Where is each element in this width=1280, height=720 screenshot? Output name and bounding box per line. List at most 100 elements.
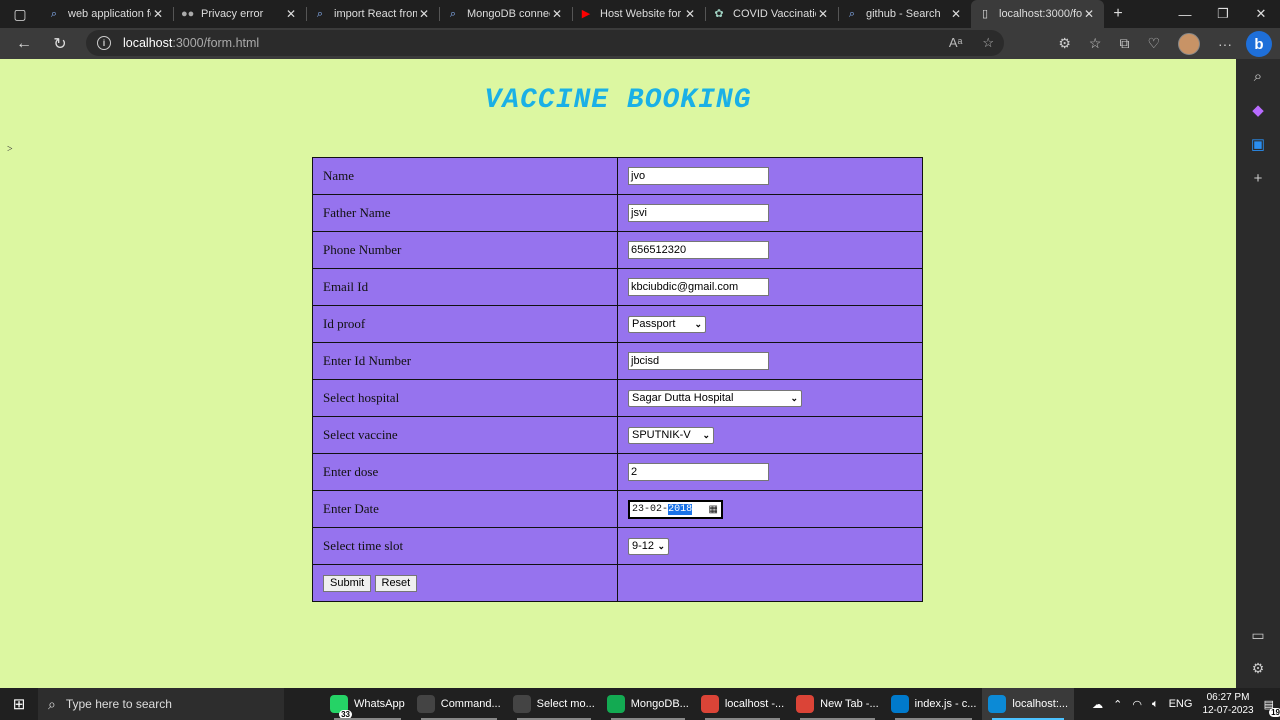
- search-icon: ⌕: [48, 695, 56, 712]
- taskbar-app-label: localhost:...: [1012, 698, 1069, 710]
- tab-actions-icon[interactable]: ▢: [0, 0, 40, 28]
- vaccine-selected: SPUTNIK-V: [632, 429, 691, 442]
- browser-tab[interactable]: ⌕ web application fo ✕: [40, 0, 173, 28]
- taskbar-app[interactable]: MongoDB...: [601, 688, 695, 720]
- tab-label: Host Website for: [600, 8, 682, 20]
- collections-icon[interactable]: ⧉: [1119, 35, 1129, 52]
- reset-button[interactable]: Reset: [374, 574, 418, 592]
- site-info-icon[interactable]: i: [97, 36, 111, 50]
- extensions-icon[interactable]: ⚙: [1058, 35, 1071, 52]
- bing-copilot-icon[interactable]: b: [1246, 31, 1272, 57]
- back-icon[interactable]: ←: [6, 28, 42, 59]
- profile-avatar[interactable]: [1178, 32, 1200, 55]
- close-icon[interactable]: ✕: [284, 7, 298, 21]
- phone-label: Phone Number: [312, 231, 618, 269]
- taskbar-app[interactable]: Select mo...: [507, 688, 601, 720]
- close-icon[interactable]: ✕: [417, 7, 431, 21]
- date-month: 02: [650, 504, 663, 515]
- windows-taskbar: ⊞ ⌕ Type here to search 33 WhatsApp Comman…: [0, 688, 1280, 720]
- system-tray: ☁ ⌃ ◠ 🔈︎ ENG 06:27 PM 12-07-2023 ▤ 19: [1092, 688, 1280, 720]
- performance-icon[interactable]: ♡: [1147, 35, 1160, 52]
- show-hidden-icons[interactable]: ⌃: [1113, 698, 1122, 711]
- name-input[interactable]: jvo: [628, 167, 769, 185]
- taskbar-app[interactable]: Command...: [411, 688, 507, 720]
- time-slot-select[interactable]: 9-12 ⌄: [628, 537, 669, 555]
- minimize-icon[interactable]: —: [1166, 0, 1204, 28]
- terminal-icon: [512, 695, 531, 713]
- taskbar-app-label: New Tab -...: [820, 698, 879, 710]
- dose-input[interactable]: 2: [628, 463, 769, 481]
- search-icon: ⌕: [50, 8, 58, 20]
- date-day: 23: [632, 504, 645, 515]
- taskbar-app-label: Command...: [440, 698, 501, 710]
- url-text[interactable]: localhost:3000/form.html: [123, 36, 259, 50]
- close-icon[interactable]: ✕: [550, 7, 564, 21]
- browser-tab[interactable]: ⌕ import React from ✕: [306, 0, 439, 28]
- edge-sidebar: ⌕ ◆ ▣ + ▭ ⚙: [1236, 59, 1280, 688]
- dose-label: Enter dose: [312, 453, 618, 491]
- page-icon: ▯: [981, 8, 989, 20]
- id-proof-select[interactable]: Passport ⌄: [628, 315, 706, 333]
- browser-tab[interactable]: ⌕ MongoDB connec ✕: [439, 0, 572, 28]
- outlook-icon[interactable]: ▣: [1236, 127, 1280, 161]
- browser-tab[interactable]: ✿ COVID Vaccinatio ✕: [705, 0, 838, 28]
- browser-tab[interactable]: ●● Privacy error ✕: [173, 0, 306, 28]
- windows-start-icon[interactable]: ⊞: [0, 688, 38, 720]
- hospital-select[interactable]: Sagar Dutta Hospital ⌄: [628, 389, 802, 407]
- clock[interactable]: 06:27 PM 12-07-2023: [1202, 691, 1253, 717]
- clock-time: 06:27 PM: [1206, 692, 1250, 703]
- row-dose: Enter dose 2: [312, 453, 923, 491]
- taskbar-app[interactable]: New Tab -...: [790, 688, 885, 720]
- language-indicator[interactable]: ENG: [1169, 698, 1193, 710]
- new-tab-button[interactable]: +: [1104, 5, 1132, 23]
- tab-strip: ▢ ⌕ web application fo ✕ ●● Privacy error ✕ ⌕ i…: [0, 0, 1280, 28]
- taskbar-app[interactable]: localhost -...: [695, 688, 790, 720]
- tab-label: import React from: [334, 8, 417, 20]
- split-screen-icon[interactable]: ▭: [1236, 618, 1280, 652]
- refresh-icon[interactable]: ↻: [42, 28, 78, 59]
- email-input[interactable]: kbciubdic@gmail.com: [628, 278, 769, 296]
- vaccine-select[interactable]: SPUTNIK-V ⌄: [628, 426, 714, 444]
- row-idproof: Id proof Passport ⌄: [312, 305, 923, 343]
- more-menu-icon[interactable]: ···: [1218, 36, 1232, 52]
- favorite-star-icon[interactable]: ☆: [982, 35, 994, 51]
- close-icon[interactable]: ✕: [683, 7, 697, 21]
- taskbar-app[interactable]: 33 WhatsApp: [324, 688, 411, 720]
- read-aloud-icon[interactable]: Aᵃ: [949, 35, 963, 51]
- close-icon[interactable]: ✕: [816, 7, 830, 21]
- sidebar-settings-icon[interactable]: ⚙: [1236, 651, 1280, 685]
- taskbar-search[interactable]: ⌕ Type here to search: [38, 688, 284, 720]
- search-icon[interactable]: ⌕: [1236, 59, 1280, 93]
- browser-tab[interactable]: ▯ localhost:3000/for ✕: [971, 0, 1104, 28]
- notifications-icon[interactable]: ▤ 19: [1264, 698, 1280, 717]
- address-bar-row: ← ↻ i localhost:3000/form.html Aᵃ ☆ ⚙ ☆ …: [0, 28, 1280, 59]
- address-bar[interactable]: i localhost:3000/form.html Aᵃ ☆: [86, 30, 1004, 56]
- close-icon[interactable]: ✕: [151, 7, 165, 21]
- favorites-icon[interactable]: ☆: [1089, 35, 1102, 52]
- id-number-input[interactable]: jbcisd: [628, 352, 769, 370]
- calendar-icon[interactable]: ▦: [709, 504, 718, 516]
- taskbar-app[interactable]: localhost:...: [982, 688, 1075, 720]
- father-name-input[interactable]: jsvi: [628, 204, 769, 222]
- add-sidebar-app-icon[interactable]: +: [1236, 161, 1280, 195]
- network-icon[interactable]: ◠: [1132, 698, 1142, 711]
- browser-tab[interactable]: ▶ Host Website for ✕: [572, 0, 705, 28]
- phone-input[interactable]: 656512320: [628, 241, 769, 259]
- row-idnum: Enter Id Number jbcisd: [312, 342, 923, 380]
- row-hospital: Select hospital Sagar Dutta Hospital ⌄: [312, 379, 923, 417]
- search-icon: ⌕: [316, 8, 324, 20]
- close-window-icon[interactable]: ✕: [1242, 0, 1280, 28]
- volume-icon[interactable]: 🔈︎: [1152, 698, 1159, 711]
- taskbar-app-label: WhatsApp: [354, 698, 405, 710]
- close-icon[interactable]: ✕: [949, 7, 963, 21]
- close-icon[interactable]: ✕: [1082, 7, 1096, 21]
- shopping-icon[interactable]: ◆: [1236, 93, 1280, 127]
- weather-icon[interactable]: ☁: [1092, 698, 1103, 711]
- browser-tab[interactable]: ⌕ github - Search ✕: [838, 0, 971, 28]
- whatsapp-icon: 33: [330, 695, 352, 719]
- taskbar-app[interactable]: index.js - c...: [885, 688, 983, 720]
- maximize-icon[interactable]: ❐: [1204, 0, 1242, 28]
- page-title: VACCINE BOOKING: [484, 85, 752, 116]
- date-input[interactable]: 23-02-2018 ▦: [628, 500, 723, 519]
- submit-button[interactable]: Submit: [323, 574, 372, 592]
